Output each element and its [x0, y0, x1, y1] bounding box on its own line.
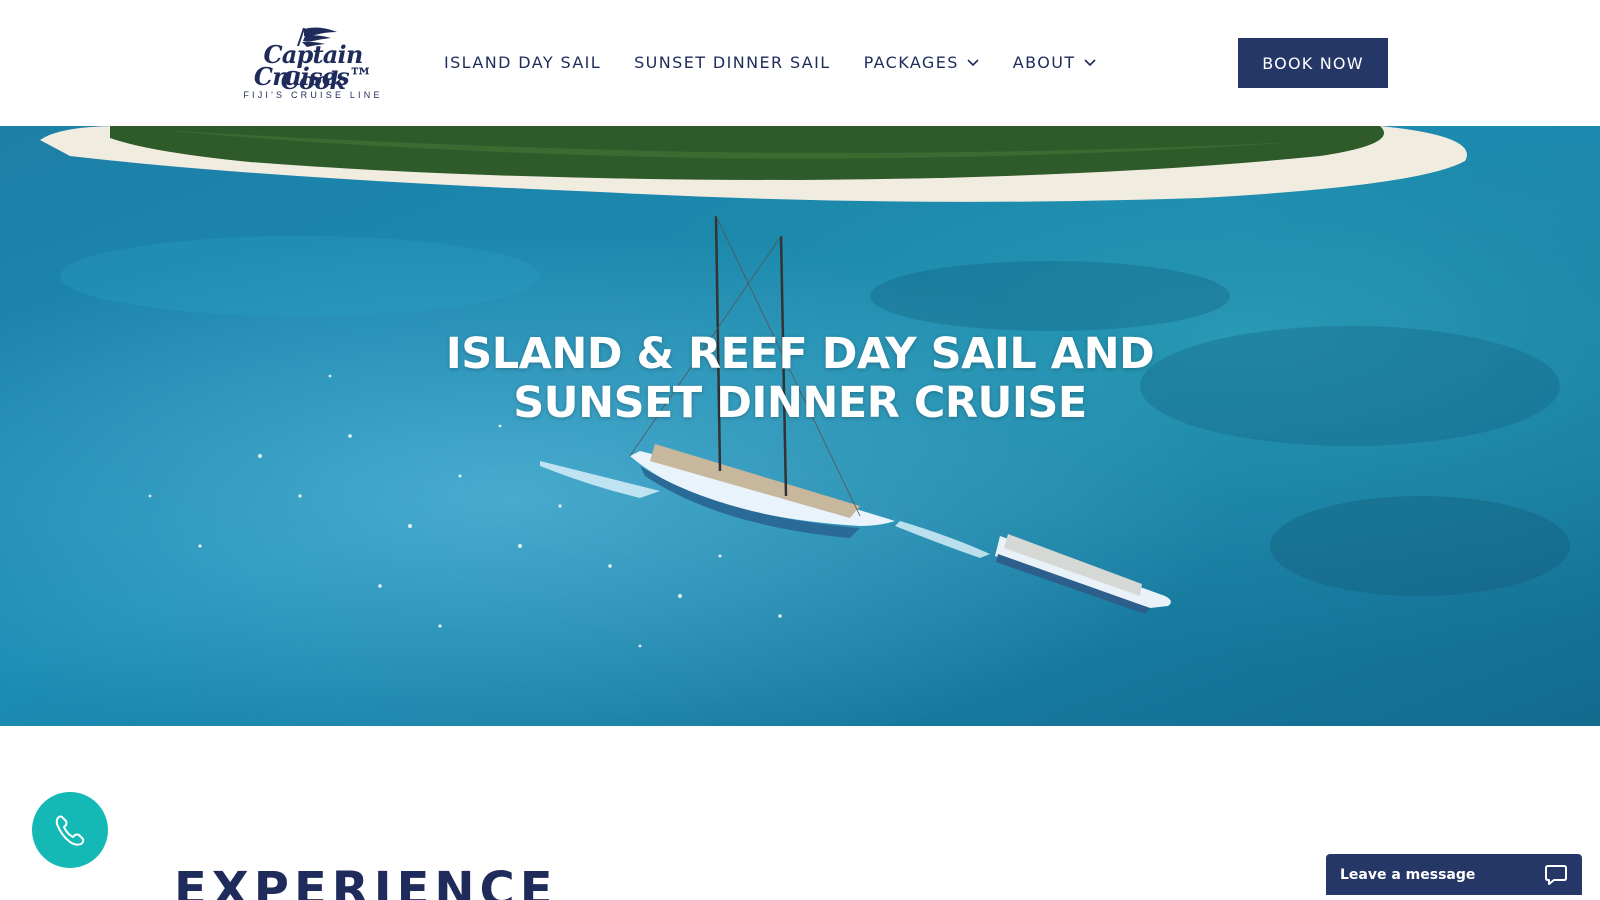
chat-widget[interactable]: Leave a message [1326, 854, 1582, 895]
book-now-button[interactable]: BOOK NOW [1238, 38, 1388, 88]
section-heading: EXPERIENCE [174, 862, 558, 900]
hero-title-line1: ISLAND & REEF DAY SAIL AND [445, 329, 1155, 379]
chevron-down-icon [1083, 59, 1096, 67]
nav-item-about[interactable]: ABOUT [1013, 53, 1097, 72]
nav-label: PACKAGES [863, 52, 959, 72]
nav-label: ISLAND DAY SAIL [444, 52, 602, 72]
hero-title-line2: SUNSET DINNER CRUISE [513, 378, 1087, 428]
brand-logo[interactable]: Captain Cook Cruises™ FIJI'S CRUISE LINE [229, 26, 397, 102]
phone-icon [55, 815, 85, 846]
hero-banner: ISLAND & REEF DAY SAIL AND SUNSET DINNER… [0, 126, 1600, 726]
chevron-down-icon [967, 59, 979, 67]
nav-label: ABOUT [1012, 52, 1076, 72]
nav-item-island-day-sail[interactable]: ISLAND DAY SAIL [444, 53, 601, 72]
chat-label: Leave a message [1340, 866, 1476, 883]
brand-tagline: FIJI'S CRUISE LINE [243, 90, 383, 100]
hero-title: ISLAND & REEF DAY SAIL AND SUNSET DINNER… [0, 330, 1600, 428]
brand-name-line2: Cruises™ [253, 62, 373, 91]
nav-item-sunset-dinner-sail[interactable]: SUNSET DINNER SAIL [634, 53, 830, 72]
main-nav: ISLAND DAY SAIL SUNSET DINNER SAIL PACKA… [444, 48, 1130, 76]
chat-bubble-icon [1545, 864, 1567, 885]
call-button[interactable] [32, 792, 108, 868]
nav-item-packages[interactable]: PACKAGES [864, 53, 980, 72]
nav-label: SUNSET DINNER SAIL [634, 52, 831, 72]
site-header: Captain Cook Cruises™ FIJI'S CRUISE LINE… [0, 0, 1600, 126]
